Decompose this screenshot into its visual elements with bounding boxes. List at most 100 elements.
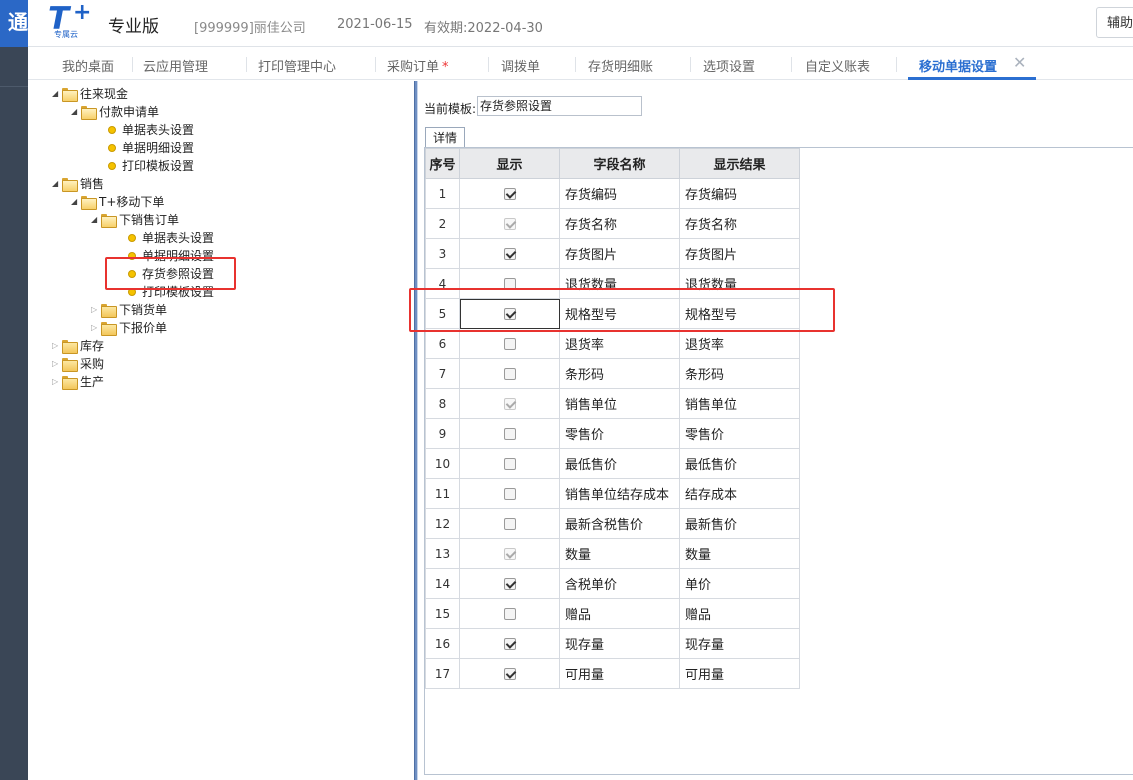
show-cell	[459, 598, 560, 629]
grid-header-row: 序号 显示 字段名称 显示结果	[425, 148, 800, 179]
table-row[interactable]: 14 含税单价 单价	[425, 568, 800, 599]
tab-cloud-apps[interactable]: 云应用管理	[143, 56, 208, 75]
tree-node[interactable]: ▷ 下销货单	[91, 301, 167, 319]
tab-options[interactable]: 选项设置	[703, 56, 755, 75]
tree-node[interactable]: ◢ 付款申请单	[71, 103, 159, 121]
display-result-cell[interactable]: 退货率	[679, 328, 800, 359]
checkbox-unchecked[interactable]	[503, 367, 516, 380]
table-row[interactable]: 12 最新含税售价 最新售价	[425, 508, 800, 539]
table-row[interactable]: 10 最低售价 最低售价	[425, 448, 800, 479]
tab-print-center[interactable]: 打印管理中心	[258, 56, 336, 75]
field-name-cell: 最低售价	[559, 448, 680, 479]
display-result-cell[interactable]: 销售单位	[679, 388, 800, 419]
checkbox-unchecked[interactable]	[503, 427, 516, 440]
collapsed-arrow-icon[interactable]: ▷	[52, 373, 62, 391]
folder-icon	[62, 358, 78, 372]
tab-custom-reports[interactable]: 自定义账表	[805, 56, 870, 75]
tree-node[interactable]: ▷ 生产	[52, 373, 104, 391]
display-result-cell[interactable]: 赠品	[679, 598, 800, 629]
table-row[interactable]: 9 零售价 零售价	[425, 418, 800, 449]
table-row[interactable]: 13 数量 数量	[425, 538, 800, 569]
tab-mobile-doc-settings[interactable]: 移动单据设置	[919, 56, 997, 75]
table-row[interactable]: 2 存货名称 存货名称	[425, 208, 800, 239]
checkbox-unchecked[interactable]	[503, 517, 516, 530]
tab-transfer[interactable]: 调拨单	[501, 56, 540, 75]
expanded-arrow-icon[interactable]: ◢	[91, 211, 101, 229]
column-header-display-result[interactable]: 显示结果	[679, 148, 800, 179]
row-number: 10	[425, 448, 460, 479]
row-number: 17	[425, 658, 460, 689]
checkbox-unchecked[interactable]	[503, 337, 516, 350]
display-result-cell[interactable]: 存货图片	[679, 238, 800, 269]
display-result-cell[interactable]: 最新售价	[679, 508, 800, 539]
tab-detail[interactable]: 详情	[425, 127, 465, 148]
tree-leaf[interactable]: 打印模板设置	[108, 157, 194, 175]
table-row[interactable]: 6 退货率 退货率	[425, 328, 800, 359]
checkbox-unchecked[interactable]	[503, 607, 516, 620]
table-row[interactable]: 16 现存量 现存量	[425, 628, 800, 659]
expanded-arrow-icon[interactable]: ◢	[71, 103, 81, 121]
table-row[interactable]: 3 存货图片 存货图片	[425, 238, 800, 269]
tab-inventory-ledger[interactable]: 存货明细账	[588, 56, 653, 75]
collapsed-arrow-icon[interactable]: ▷	[52, 355, 62, 373]
tree-node[interactable]: ◢ 下销售订单	[91, 211, 179, 229]
checkbox-unchecked[interactable]	[503, 487, 516, 500]
row-number: 14	[425, 568, 460, 599]
template-field[interactable]: 存货参照设置	[477, 96, 642, 116]
checkbox-checked[interactable]	[503, 577, 516, 590]
leaf-dot-icon	[128, 234, 136, 242]
display-result-cell[interactable]: 数量	[679, 538, 800, 569]
collapsed-arrow-icon[interactable]: ▷	[52, 337, 62, 355]
display-result-cell[interactable]: 条形码	[679, 358, 800, 389]
column-header-show[interactable]: 显示	[459, 148, 560, 179]
checkbox-checked[interactable]	[503, 247, 516, 260]
tree-node[interactable]: ◢ T+移动下单	[71, 193, 164, 211]
tree-node[interactable]: ◢ 往来现金	[52, 85, 128, 103]
tab-my-desktop[interactable]: 我的桌面	[62, 56, 114, 75]
column-header-field-name[interactable]: 字段名称	[559, 148, 680, 179]
app-header: T + 专属云 专业版 [999999]丽佳公司 2021-06-15 有效期:…	[28, 0, 1133, 47]
checkbox-checked[interactable]	[503, 637, 516, 650]
column-header-seq[interactable]: 序号	[425, 148, 460, 179]
table-row[interactable]: 15 赠品 赠品	[425, 598, 800, 629]
field-name-cell: 销售单位	[559, 388, 680, 419]
tree-node[interactable]: ▷ 采购	[52, 355, 104, 373]
display-result-cell[interactable]: 最低售价	[679, 448, 800, 479]
close-icon[interactable]: ✕	[1013, 53, 1026, 72]
tab-purchase-order[interactable]: 采购订单 *	[387, 56, 449, 75]
display-result-cell[interactable]: 现存量	[679, 628, 800, 659]
checkbox-checked[interactable]	[503, 187, 516, 200]
display-result-cell[interactable]: 结存成本	[679, 478, 800, 509]
display-result-cell[interactable]: 零售价	[679, 418, 800, 449]
table-row[interactable]: 7 条形码 条形码	[425, 358, 800, 389]
folder-icon	[101, 304, 117, 318]
tree-node[interactable]: ▷ 库存	[52, 337, 104, 355]
tree-node[interactable]: ◢ 销售	[52, 175, 104, 193]
expanded-arrow-icon[interactable]: ◢	[52, 175, 62, 193]
assist-button[interactable]: 辅助	[1096, 7, 1133, 38]
tree-node[interactable]: ▷ 下报价单	[91, 319, 167, 337]
show-cell	[459, 328, 560, 359]
tree-leaf[interactable]: 单据表头设置	[108, 121, 194, 139]
table-row[interactable]: 11 销售单位结存成本 结存成本	[425, 478, 800, 509]
checkbox-checked[interactable]	[503, 667, 516, 680]
show-cell	[459, 388, 560, 419]
display-result-cell[interactable]: 存货名称	[679, 208, 800, 239]
display-result-cell[interactable]: 可用量	[679, 658, 800, 689]
display-result-cell[interactable]: 存货编码	[679, 178, 800, 209]
tab-divider	[791, 57, 792, 72]
table-row[interactable]: 17 可用量 可用量	[425, 658, 800, 689]
tree-leaf[interactable]: 单据表头设置	[128, 229, 214, 247]
checkbox-unchecked[interactable]	[503, 457, 516, 470]
collapsed-arrow-icon[interactable]: ▷	[91, 319, 101, 337]
nav-logo-fragment[interactable]: 通	[0, 0, 28, 47]
expanded-arrow-icon[interactable]: ◢	[52, 85, 62, 103]
row-number: 13	[425, 538, 460, 569]
tree-leaf[interactable]: 单据明细设置	[108, 139, 194, 157]
collapsed-arrow-icon[interactable]: ▷	[91, 301, 101, 319]
table-row[interactable]: 8 销售单位 销售单位	[425, 388, 800, 419]
display-result-cell[interactable]: 单价	[679, 568, 800, 599]
expanded-arrow-icon[interactable]: ◢	[71, 193, 81, 211]
table-row[interactable]: 1 存货编码 存货编码	[425, 178, 800, 209]
active-tab-indicator	[908, 77, 1036, 80]
